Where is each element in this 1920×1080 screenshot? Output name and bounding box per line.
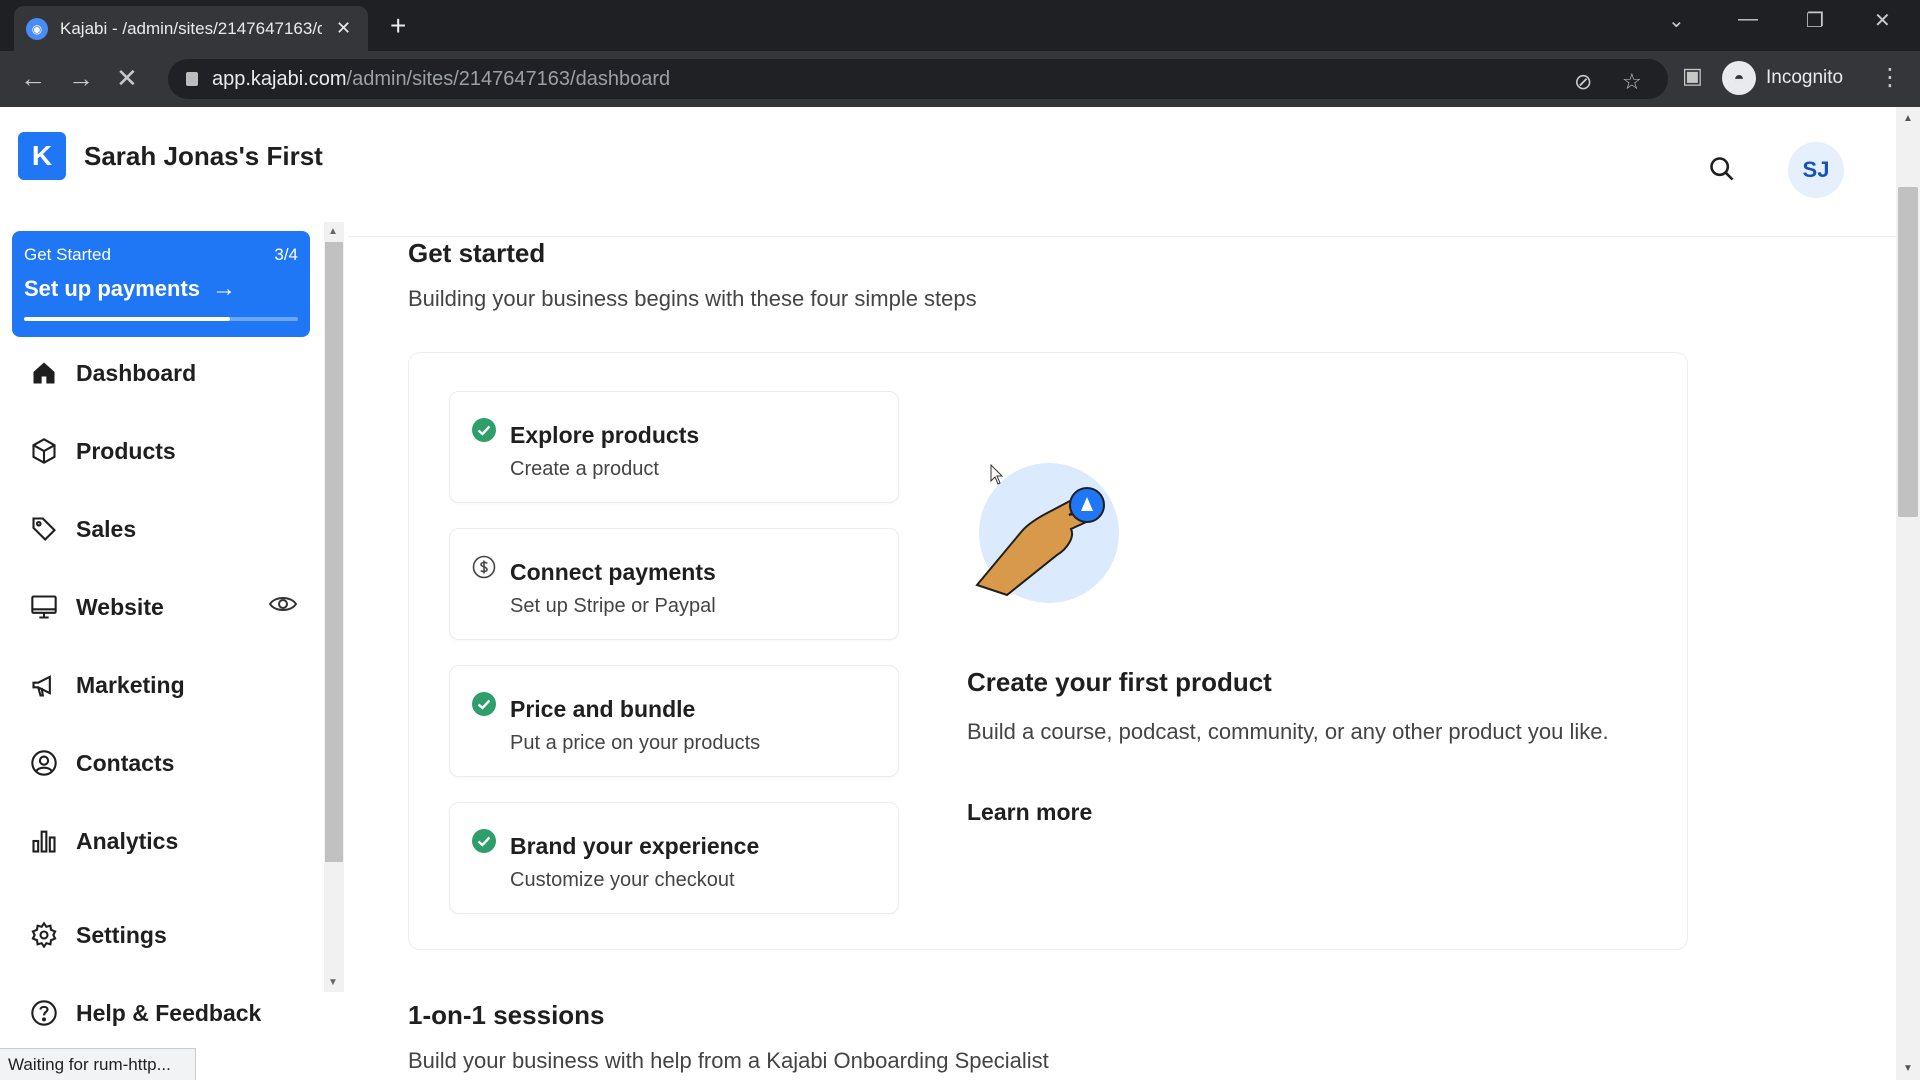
browser-status-text: Waiting for rum-http... — [0, 1048, 196, 1080]
get-started-action: Set up payments — [24, 276, 201, 301]
get-started-subtitle: Building your business begins with these… — [408, 286, 977, 311]
incognito-profile[interactable]: ◓ Incognito — [1722, 61, 1843, 95]
forward-icon[interactable]: → — [68, 63, 94, 94]
sidebar-scroll-thumb[interactable] — [325, 242, 343, 862]
home-icon — [28, 357, 60, 389]
side-panel-icon[interactable]: ▣ — [1682, 63, 1703, 89]
site-name: Sarah Jonas's First — [84, 140, 323, 171]
sidebar-item-contacts[interactable]: Contacts — [28, 743, 298, 783]
sidebar-item-website[interactable]: Website — [28, 587, 298, 627]
sidebar-item-dashboard[interactable]: Dashboard — [28, 353, 298, 393]
arrow-right-icon: → — [212, 275, 237, 302]
get-started-label: Get Started — [24, 245, 111, 264]
scroll-down-icon[interactable]: ▼ — [328, 977, 338, 988]
tab-search-icon[interactable]: ⌄ — [1668, 8, 1685, 33]
step-card-connect-payments[interactable]: Connect payments Set up Stripe or Paypal — [449, 528, 899, 640]
get-started-title: Get started — [408, 238, 546, 268]
contact-icon — [28, 747, 60, 779]
check-circle-icon — [472, 829, 496, 853]
check-circle-icon — [472, 418, 496, 442]
get-started-progress-bar — [24, 317, 298, 321]
check-circle-icon — [472, 692, 496, 716]
sidebar-item-help[interactable]: Help & Feedback — [28, 993, 298, 1033]
gear-icon — [28, 919, 60, 951]
detail-title: Create your first product — [967, 667, 1272, 697]
scroll-up-icon[interactable]: ▲ — [328, 226, 338, 237]
restore-icon[interactable]: ❐ — [1806, 8, 1824, 33]
url-text[interactable]: app.kajabi.com/admin/sites/2147647163/da… — [212, 68, 670, 91]
address-bar[interactable]: app.kajabi.com/admin/sites/2147647163/da… — [168, 59, 1668, 99]
step-card-explore-products[interactable]: Explore products Create a product — [449, 391, 899, 503]
incognito-icon: ◓ — [1722, 61, 1756, 95]
learn-more-link[interactable]: Learn more — [967, 799, 1092, 826]
new-tab-icon[interactable]: + — [390, 10, 406, 42]
bar-chart-icon — [28, 825, 60, 857]
eye-icon[interactable] — [268, 593, 298, 621]
monitor-icon — [28, 591, 60, 623]
search-icon[interactable] — [1708, 155, 1736, 188]
browser-menu-icon[interactable]: ⋮ — [1878, 63, 1902, 92]
lock-icon — [186, 72, 198, 86]
step-card-price-and-bundle[interactable]: Price and bundle Put a price on your pro… — [449, 665, 899, 777]
progress-fill — [24, 317, 230, 321]
page-scroll-up-icon[interactable]: ▲ — [1903, 113, 1913, 124]
sessions-title: 1-on-1 sessions — [408, 1000, 605, 1030]
close-window-icon[interactable]: ✕ — [1874, 8, 1891, 33]
sessions-subtitle: Build your business with help from a Kaj… — [408, 1048, 1049, 1073]
get-started-card[interactable]: Get Started 3/4 Set up payments → — [12, 231, 310, 337]
sidebar-item-analytics[interactable]: Analytics — [28, 821, 298, 861]
get-started-progress-text: 3/4 — [274, 245, 298, 264]
minimize-icon[interactable]: — — [1738, 8, 1758, 31]
sidebar-item-marketing[interactable]: Marketing — [28, 665, 298, 705]
page-scroll-down-icon[interactable]: ▼ — [1903, 1063, 1913, 1074]
sidebar-scrollbar[interactable]: ▲ ▼ — [324, 222, 344, 992]
stop-loading-icon[interactable]: ✕ — [116, 63, 138, 94]
page-scroll-thumb[interactable] — [1898, 187, 1918, 517]
sidebar-item-sales[interactable]: Sales — [28, 509, 298, 549]
sidebar: K Sarah Jonas's First Get Started 3/4 Se… — [0, 107, 348, 1080]
browser-toolbar: ← → ✕ app.kajabi.com/admin/sites/2147647… — [0, 51, 1920, 107]
dollar-circle-icon — [472, 555, 496, 579]
help-icon — [28, 997, 60, 1029]
megaphone-icon — [28, 669, 60, 701]
step-card-brand-your-experience[interactable]: Brand your experience Customize your che… — [449, 802, 899, 914]
bookmark-star-icon[interactable]: ☆ — [1622, 69, 1642, 95]
avatar[interactable]: SJ — [1788, 142, 1844, 198]
get-started-panel: Explore products Create a product Connec… — [408, 352, 1688, 950]
main-header: SJ — [348, 107, 1896, 237]
page-scrollbar[interactable]: ▲ ▼ — [1896, 107, 1920, 1080]
back-icon[interactable]: ← — [20, 63, 46, 94]
kajabi-favicon-icon: ◉ — [26, 17, 48, 40]
tag-icon — [28, 513, 60, 545]
brand[interactable]: K Sarah Jonas's First — [18, 132, 323, 180]
mouse-cursor-icon — [990, 463, 1004, 491]
kajabi-logo-icon: K — [18, 132, 66, 180]
browser-tab[interactable]: ◉ Kajabi - /admin/sites/2147647163/dashb… — [14, 6, 368, 51]
sidebar-item-products[interactable]: Products — [28, 431, 298, 471]
close-tab-icon[interactable]: ✕ — [336, 18, 351, 39]
detail-text: Build a course, podcast, community, or a… — [967, 719, 1609, 744]
browser-tab-bar: ◉ Kajabi - /admin/sites/2147647163/dashb… — [0, 0, 1920, 51]
eye-off-icon[interactable]: ⊘ — [1574, 69, 1592, 95]
tab-title: Kajabi - /admin/sites/2147647163/dashboa… — [60, 18, 322, 38]
sidebar-item-settings[interactable]: Settings — [28, 915, 298, 955]
box-icon — [28, 435, 60, 467]
